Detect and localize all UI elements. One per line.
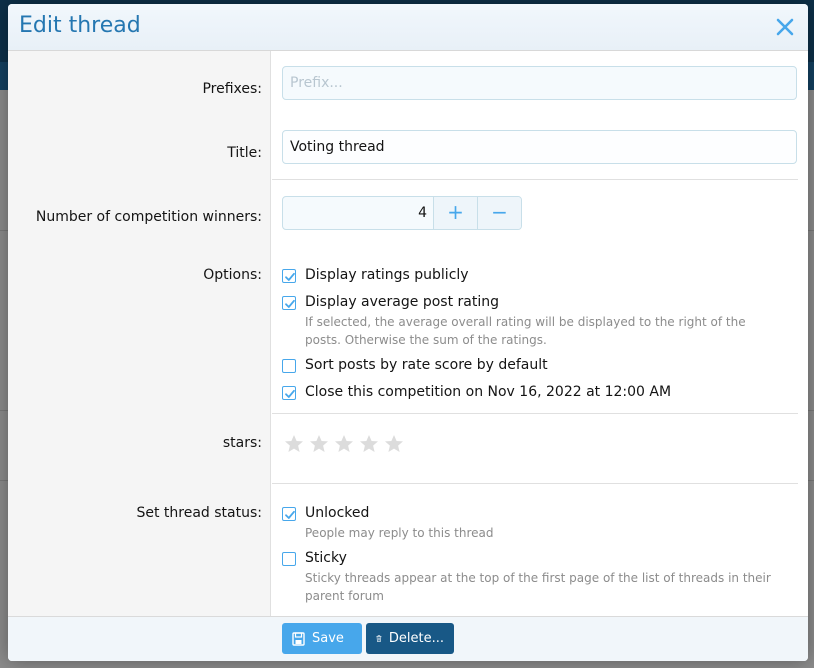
status-label: Unlocked <box>305 505 370 521</box>
prefixes-label: Prefixes: <box>202 81 262 97</box>
dialog-header: Edit thread <box>8 4 808 51</box>
save-button[interactable]: Save <box>282 623 362 654</box>
title-label: Title: <box>227 145 262 161</box>
prefix-input[interactable] <box>282 66 797 100</box>
status-label: Sticky <box>305 550 347 566</box>
checkbox[interactable] <box>282 386 296 400</box>
save-icon <box>292 631 305 646</box>
star-icon[interactable] <box>334 434 354 454</box>
winners-label: Number of competition winners: <box>35 209 262 225</box>
thread-status-label: Set thread status: <box>136 505 262 521</box>
option-label: Sort posts by rate score by default <box>305 357 548 373</box>
decrement-button[interactable]: − <box>477 197 521 229</box>
section-divider <box>272 179 798 180</box>
option-label: Display average post rating <box>305 294 499 310</box>
status-hint: Sticky threads appear at the top of the … <box>305 571 771 603</box>
option-label: Close this competition on Nov 16, 2022 a… <box>305 384 672 400</box>
checkbox[interactable] <box>282 269 296 283</box>
option-hint: If selected, the average overall rating … <box>305 315 746 347</box>
dialog-body: Prefixes: Title: Number of competition w… <box>8 51 808 616</box>
stars-label: stars: <box>222 435 262 451</box>
close-icon[interactable] <box>772 14 798 40</box>
winners-stepper: + − <box>282 196 522 230</box>
section-divider <box>272 413 798 414</box>
option-label: Display ratings publicly <box>305 267 469 283</box>
status-hint: People may reply to this thread <box>305 526 494 540</box>
checkbox[interactable] <box>282 296 296 310</box>
dialog-footer: Save Delete... <box>8 616 808 661</box>
options-label: Options: <box>203 267 262 283</box>
star-icon[interactable] <box>359 434 379 454</box>
delete-label: Delete... <box>388 631 444 646</box>
section-divider <box>272 483 798 484</box>
checkbox[interactable] <box>282 552 296 566</box>
trash-icon <box>376 635 382 642</box>
star-icon[interactable] <box>309 434 329 454</box>
label-column <box>8 51 271 616</box>
increment-button[interactable]: + <box>433 197 477 229</box>
edit-thread-dialog: Edit thread Prefixes: Title: Number of c… <box>8 4 808 661</box>
checkbox[interactable] <box>282 507 296 521</box>
save-label: Save <box>312 631 344 646</box>
title-input[interactable] <box>282 130 797 164</box>
delete-button[interactable]: Delete... <box>366 623 454 654</box>
checkbox[interactable] <box>282 359 296 373</box>
star-icon[interactable] <box>384 434 404 454</box>
winners-input[interactable] <box>283 197 433 229</box>
dialog-title: Edit thread <box>19 13 141 38</box>
star-icon[interactable] <box>284 434 304 454</box>
